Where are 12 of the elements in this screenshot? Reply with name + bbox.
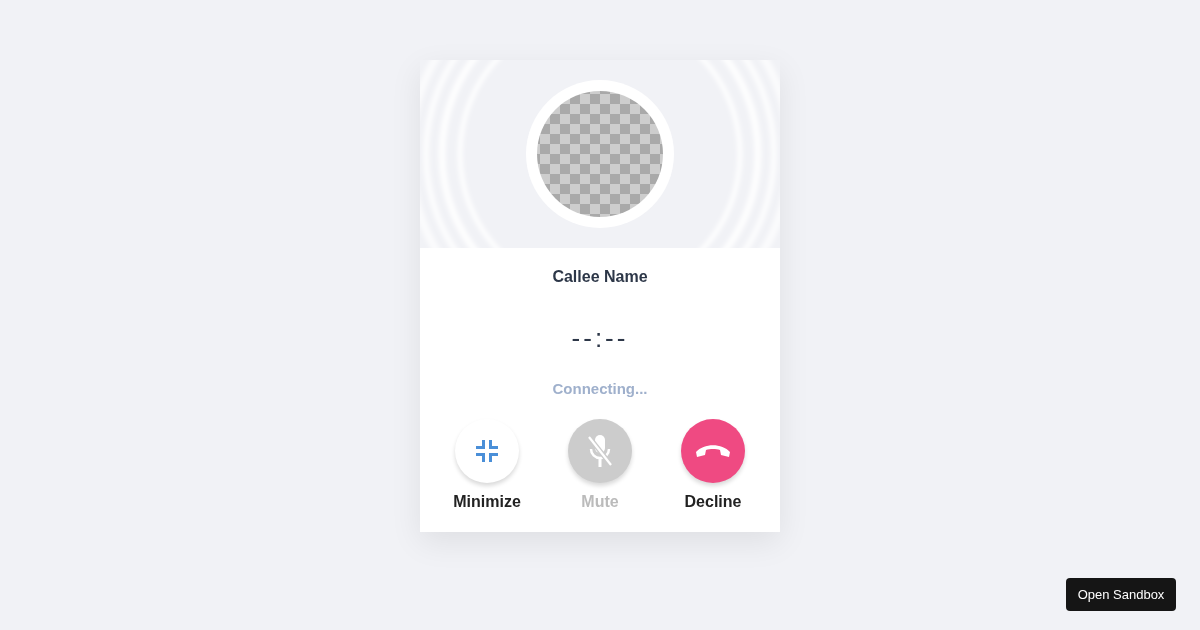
button-label: Mute xyxy=(581,492,619,512)
call-timer: --:-- xyxy=(571,322,629,354)
minimize-button[interactable] xyxy=(455,419,519,483)
mic-off-icon xyxy=(587,435,613,467)
hang-up-phone-icon xyxy=(695,444,731,458)
minimize-icon xyxy=(476,440,498,462)
decline-button[interactable] xyxy=(681,419,745,483)
button-label: Minimize xyxy=(453,492,521,512)
callee-name: Callee Name xyxy=(552,267,648,287)
call-status: Connecting... xyxy=(552,379,648,399)
open-sandbox-button[interactable]: Open Sandbox xyxy=(1066,578,1176,611)
button-label: Decline xyxy=(684,492,742,512)
